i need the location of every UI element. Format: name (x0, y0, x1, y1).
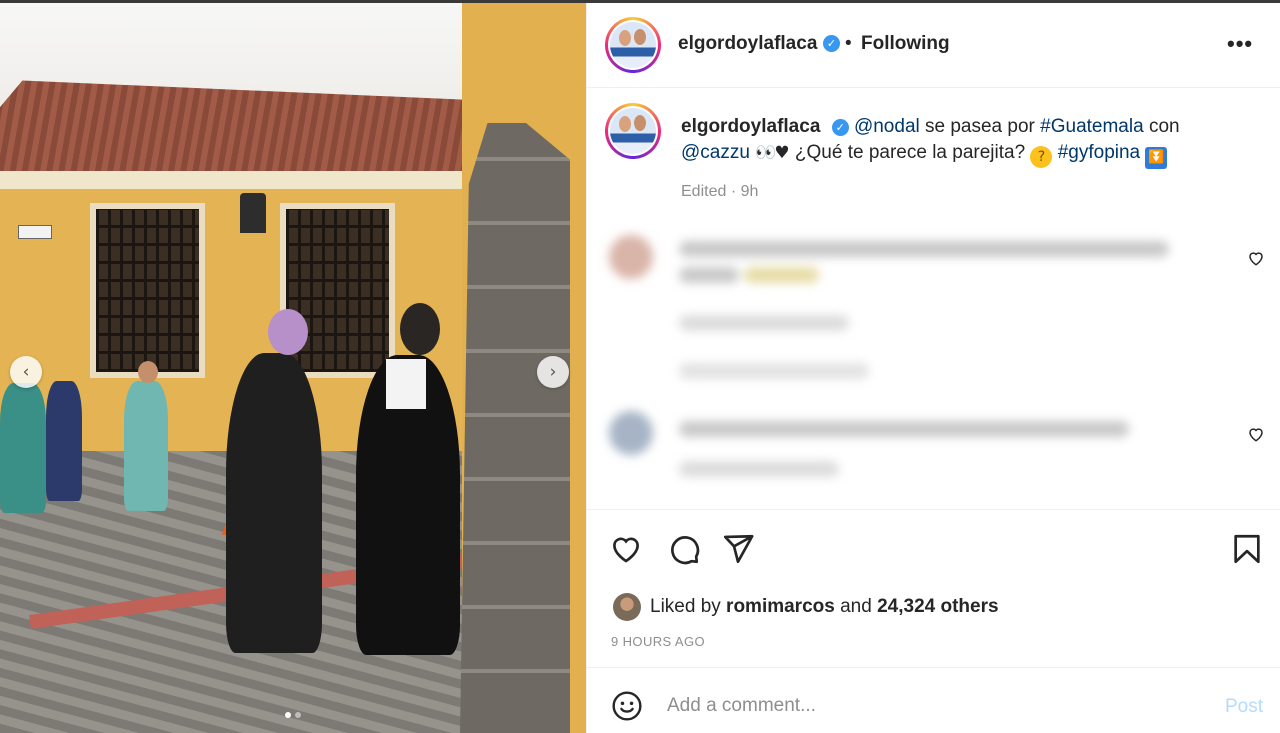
caption-text: con (1143, 116, 1180, 137)
comment-avatar (609, 235, 653, 279)
comment-text-placeholder (679, 241, 1169, 257)
photo-woman-head (400, 303, 440, 355)
caption-author-avatar[interactable] (605, 103, 661, 159)
heart-icon[interactable] (609, 532, 643, 566)
caption-username[interactable]: elgordoylaflaca (681, 116, 820, 137)
photo-man (226, 353, 322, 653)
carousel-dot-active (285, 712, 291, 718)
comment-text-placeholder (679, 267, 739, 283)
photo-window-left (90, 203, 205, 378)
photo-bystander (46, 381, 82, 501)
mention-cazzu[interactable]: @cazzu (681, 142, 750, 163)
verified-icon: ✓ (823, 35, 840, 52)
photo-man-head (268, 309, 308, 355)
photo-woman-top (386, 359, 426, 409)
caption-text: se pasea por (919, 116, 1041, 137)
author-avatar-image (610, 22, 656, 68)
comment-like-heart-icon[interactable] (1247, 249, 1265, 267)
following-button[interactable]: Following (861, 33, 950, 55)
comment-replies-placeholder (679, 363, 869, 379)
photo-bystander-head (138, 361, 158, 383)
share-icon[interactable] (721, 532, 755, 566)
carousel-dot (295, 712, 301, 718)
likes-count-link[interactable]: 24,324 others (877, 596, 998, 617)
emoji-icon[interactable] (611, 690, 643, 722)
post-caption: elgordoylaflaca ✓ @nodal se pasea por #G… (681, 114, 1261, 169)
header-separator: • (845, 33, 852, 54)
likes-summary: Liked by romimarcos and 24,324 others (650, 596, 999, 618)
photo-stone-column (460, 123, 570, 733)
post-header: elgordoylaflaca ✓ • Following ••• (587, 3, 1280, 88)
add-comment-bar: Post (587, 667, 1280, 733)
verified-icon: ✓ (831, 119, 849, 136)
carousel-dots (0, 712, 586, 718)
likes-middle: and (834, 596, 878, 617)
thinking-emoji-icon: ? (1030, 146, 1053, 168)
comment-like-heart-icon[interactable] (1247, 425, 1265, 443)
hashtag-guatemala[interactable]: #Guatemala (1040, 116, 1144, 137)
bookmark-icon[interactable] (1230, 532, 1264, 566)
post-actions: Liked by romimarcos and 24,324 others 9 … (587, 509, 1280, 669)
blurred-comment (609, 229, 1169, 389)
comment-text-placeholder (679, 421, 1129, 437)
photo-street-lamp (240, 193, 266, 233)
carousel-next-button[interactable]: › (537, 356, 569, 388)
photo-bystander (124, 381, 168, 511)
comment-icon[interactable] (667, 532, 701, 566)
post-comment-button[interactable]: Post (1225, 696, 1263, 718)
carousel-prev-button[interactable]: ‹ (10, 356, 42, 388)
caption-author-avatar-image (610, 108, 656, 154)
comment-meta-placeholder (679, 315, 849, 331)
heart-emoji-icon: ♥ (774, 143, 790, 163)
comment-avatar (609, 411, 653, 455)
blurred-comment (609, 407, 1169, 487)
caption-edited-time: Edited · 9h (681, 183, 759, 200)
post-media-carousel[interactable]: ‹ › (0, 3, 586, 733)
more-icon[interactable]: ••• (1227, 31, 1253, 57)
comment-meta-placeholder (679, 461, 839, 477)
hashtag-gyfopina[interactable]: #gyfopina (1058, 142, 1140, 163)
author-avatar[interactable] (605, 17, 661, 73)
eyes-emoji-icon: 👀 (755, 143, 776, 163)
author-username[interactable]: elgordoylaflaca (678, 33, 817, 55)
post-side-panel: elgordoylaflaca ✓ • Following ••• elgord… (586, 3, 1280, 733)
photo-bystander (0, 383, 46, 513)
liked-by-username[interactable]: romimarcos (726, 596, 835, 617)
down-arrow-emoji-icon: ⏬ (1145, 147, 1168, 169)
comment-input[interactable] (667, 689, 1187, 723)
liked-by-avatar[interactable] (613, 593, 641, 621)
photo-street-sign (18, 225, 52, 239)
caption-text: ¿Qué te parece la parejita? (789, 142, 1031, 163)
photo-cornice (0, 171, 480, 189)
likes-prefix: Liked by (650, 596, 727, 617)
comment-text-placeholder (744, 267, 819, 283)
mention-nodal[interactable]: @nodal (854, 116, 920, 137)
post-timestamp: 9 HOURS AGO (611, 634, 705, 649)
